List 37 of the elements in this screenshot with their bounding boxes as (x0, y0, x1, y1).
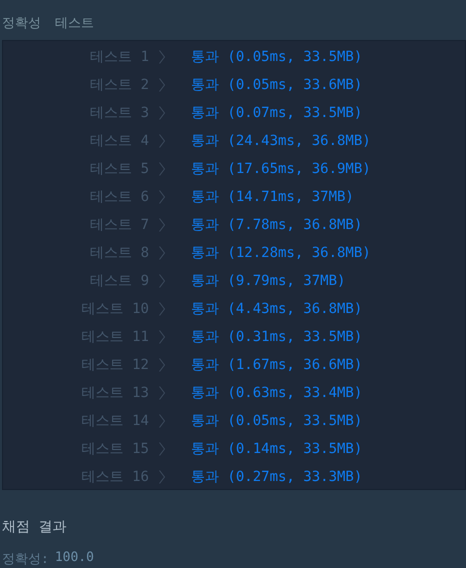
chevron-right-icon (159, 78, 165, 92)
chevron-right-icon (159, 302, 165, 316)
test-result: 통과 (0.63ms, 33.4MB) (191, 384, 362, 402)
chevron-right-icon (159, 162, 165, 176)
chevron-right-icon (159, 414, 165, 428)
chevron-right-icon (159, 358, 165, 372)
test-result: 통과 (4.43ms, 36.8MB) (191, 300, 362, 318)
chevron-right-icon (159, 386, 165, 400)
test-result: 통과 (24.43ms, 36.8MB) (191, 132, 371, 150)
test-result: 통과 (0.05ms, 33.5MB) (191, 48, 362, 66)
test-result: 통과 (9.79ms, 37MB) (191, 272, 346, 290)
section-title: 정확성 (2, 15, 41, 33)
chevron-right-icon (159, 330, 165, 344)
chevron-right-icon (159, 218, 165, 232)
test-result: 통과 (0.05ms, 33.6MB) (191, 76, 362, 94)
chevron-right-icon (159, 470, 165, 484)
chevron-right-icon (159, 246, 165, 260)
test-result: 통과 (0.27ms, 33.3MB) (191, 468, 362, 486)
summary-title: 채점 결과 (2, 518, 68, 536)
chevron-right-icon (159, 442, 165, 456)
test-result: 통과 (7.78ms, 36.8MB) (191, 216, 362, 234)
section-subtitle: 테스트 (55, 15, 94, 33)
score-value: 100.0 (54, 550, 94, 567)
chevron-right-icon (159, 190, 165, 204)
test-result: 통과 (1.67ms, 36.6MB) (191, 356, 362, 374)
score-label: 정확성: (2, 551, 49, 568)
chevron-right-icon (159, 106, 165, 120)
test-result: 통과 (0.05ms, 33.5MB) (191, 412, 362, 430)
chevron-right-icon (159, 134, 165, 148)
test-result: 통과 (0.14ms, 33.5MB) (191, 440, 362, 458)
chevron-right-icon (159, 50, 165, 64)
chevron-right-icon (159, 274, 165, 288)
test-result: 통과 (17.65ms, 36.9MB) (191, 160, 371, 178)
test-result: 통과 (0.07ms, 33.5MB) (191, 104, 362, 122)
test-result: 통과 (14.71ms, 37MB) (191, 188, 354, 206)
test-result: 통과 (0.31ms, 33.5MB) (191, 328, 362, 346)
test-result: 통과 (12.28ms, 36.8MB) (191, 244, 371, 262)
